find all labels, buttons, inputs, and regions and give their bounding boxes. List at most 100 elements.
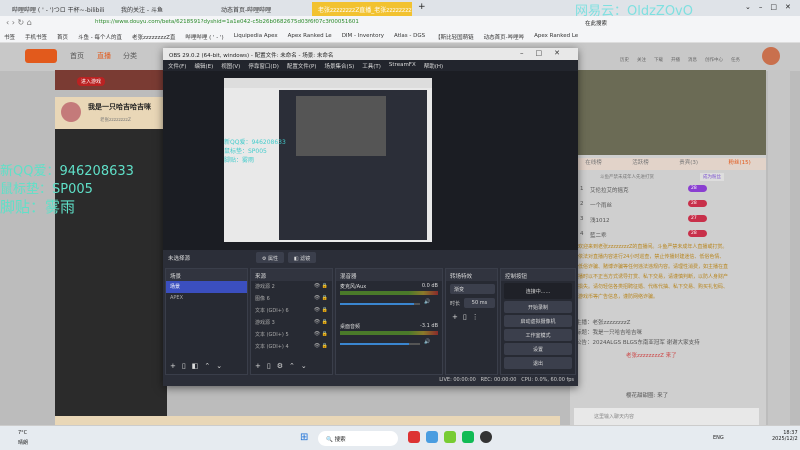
properties-button[interactable]: ⚙ 属性 xyxy=(256,252,284,263)
streamer-name[interactable]: 老张zzzzzzzzZ xyxy=(100,117,131,123)
taskbar-search[interactable]: 🔍 搜索 xyxy=(318,431,398,446)
nav-category[interactable]: 分类 xyxy=(123,51,137,61)
enter-game-button[interactable]: 进入游戏 xyxy=(77,77,106,86)
url-input[interactable]: https://www.douyu.com/beta/6218591?dyshi… xyxy=(95,19,515,25)
header-icon-1[interactable]: 关注 xyxy=(637,57,646,63)
tab-douyu-follow[interactable]: 我的关注 - 斗鱼 xyxy=(115,2,195,16)
header-icon-6[interactable]: 任务 xyxy=(731,57,740,63)
visibility-lock-icons[interactable]: 👁 🔒 xyxy=(314,307,328,315)
transition-controls[interactable]: +▯⋮ xyxy=(452,313,484,321)
control-button-4[interactable]: 设置 xyxy=(504,343,572,355)
volume-slider[interactable] xyxy=(340,343,420,345)
bookmark-item[interactable]: 斗鱼 - 每个人的直 xyxy=(78,33,122,41)
nav-live[interactable]: 直播 xyxy=(97,51,111,61)
scene-item[interactable]: APEX xyxy=(166,293,247,305)
game-banner[interactable]: 进入游戏 xyxy=(55,70,175,90)
rank-row[interactable]: 4 藍二乖 28 xyxy=(570,227,766,242)
source-item[interactable]: 文本 (GDI+) 4 👁 🔒 xyxy=(251,341,332,353)
bookmark-item[interactable]: 动态首页-哔哩哔 xyxy=(484,33,525,41)
tab-bilibili[interactable]: 哔哩哔哩 ( ' - ')つロ 干杯~-bilibili xyxy=(6,2,106,16)
control-button-2[interactable]: 启动虚拟摄像机 xyxy=(504,315,572,327)
obs-menu-item[interactable]: 工具(T) xyxy=(362,62,381,70)
source-controls[interactable]: +▯⚙⌃⌄ xyxy=(255,362,313,370)
obs-menu-item[interactable]: 场景集合(S) xyxy=(324,62,354,70)
bookmark-item[interactable]: 老张zzzzzzzzZ直 xyxy=(132,33,175,41)
avatar[interactable] xyxy=(762,47,780,65)
start-icon[interactable]: ⊞ xyxy=(300,432,308,443)
netease-music-icon[interactable] xyxy=(408,431,420,443)
obs-preview[interactable]: 新QQ爱：946208633 鼠标垫：SP005 脚贴：雾雨 xyxy=(163,71,578,250)
rank-row[interactable]: 3 浅1012 27 xyxy=(570,212,766,227)
bookmark-item[interactable]: Apex Ranked Le xyxy=(534,33,578,39)
language-indicator[interactable]: ENG xyxy=(713,435,724,441)
chat-tab[interactable]: 活跃榜 xyxy=(632,158,649,170)
visibility-lock-icons[interactable]: 👁 🔒 xyxy=(314,283,328,291)
rank-row[interactable]: 1 艾伦拉艾的摇克 28 xyxy=(570,182,766,197)
bookmark-item[interactable]: Liquipedia Apex xyxy=(234,33,278,39)
obs-window-controls[interactable]: –□✕ xyxy=(520,49,572,57)
source-item[interactable]: 游戏源 2 👁 🔒 xyxy=(251,281,332,293)
source-item[interactable]: 文本 (GDI+) 5 👁 🔒 xyxy=(251,329,332,341)
header-icon-2[interactable]: 下载 xyxy=(654,57,663,63)
duration-input[interactable]: 50 ms xyxy=(464,298,495,308)
streamer-avatar[interactable] xyxy=(61,102,81,122)
visibility-lock-icons[interactable]: 👁 🔒 xyxy=(314,343,328,351)
bookmark-item[interactable]: DIM - Inventory xyxy=(342,33,384,39)
obs-menu-item[interactable]: StreamFX xyxy=(389,62,416,69)
ad-banner[interactable] xyxy=(570,70,766,155)
new-tab-button[interactable]: + xyxy=(418,2,426,12)
control-button-1[interactable]: 开始录制 xyxy=(504,301,572,313)
obs-menu-item[interactable]: 视图(V) xyxy=(221,62,240,70)
nav-home[interactable]: 首页 xyxy=(70,51,84,61)
bookmark-item[interactable]: 手机书签 xyxy=(25,33,47,41)
control-button-0[interactable]: 连接中...... xyxy=(504,283,572,299)
source-item[interactable]: 图像 6 👁 🔒 xyxy=(251,293,332,305)
obs-icon[interactable] xyxy=(480,431,492,443)
obs-menu-item[interactable]: 文件(F) xyxy=(168,62,186,70)
speaker-icon[interactable]: 🔊 xyxy=(424,299,430,305)
volume-slider[interactable] xyxy=(340,303,420,305)
app-icon[interactable] xyxy=(462,431,474,443)
header-icon-3[interactable]: 开播 xyxy=(671,57,680,63)
nvidia-icon[interactable] xyxy=(444,431,456,443)
scene-item[interactable]: 场景 xyxy=(166,281,247,293)
bookmark-item[interactable]: Atlas - DGS xyxy=(394,33,425,39)
clock[interactable]: 18:37 2025/12/2 xyxy=(772,430,798,442)
chat-tab[interactable]: 贵宾(3) xyxy=(679,158,698,170)
bookmark-item[interactable]: 首页 xyxy=(57,33,68,41)
visibility-lock-icons[interactable]: 👁 🔒 xyxy=(314,295,328,303)
browser-icon[interactable] xyxy=(426,431,438,443)
rank-row[interactable]: 2 一个雨丝 28 xyxy=(570,197,766,212)
visibility-lock-icons[interactable]: 👁 🔒 xyxy=(314,331,328,339)
nav-buttons[interactable]: ‹ › ↻ ⌂ xyxy=(6,18,32,27)
visibility-lock-icons[interactable]: 👁 🔒 xyxy=(314,319,328,327)
tab-douyu-live[interactable]: 老张zzzzzzzzZ直播_老张zzzzzzzz xyxy=(312,2,412,16)
source-item[interactable]: 游戏源 3 👁 🔒 xyxy=(251,317,332,329)
filters-button[interactable]: ◧ 滤镜 xyxy=(288,252,316,263)
transition-select[interactable]: 渐变 xyxy=(450,284,495,294)
chat-tab[interactable]: 在线榜 xyxy=(585,158,602,170)
control-button-3[interactable]: 工作室模式 xyxy=(504,329,572,341)
bookmark-item[interactable]: 【斯比轻国萌链 xyxy=(435,33,474,41)
bookmark-item[interactable]: 哔哩哔哩 ( ' - ') xyxy=(185,33,223,41)
obs-menu-item[interactable]: 配置文件(P) xyxy=(287,62,317,70)
obs-menu-item[interactable]: 停靠窗口(D) xyxy=(248,62,279,70)
douyu-logo[interactable] xyxy=(25,49,57,63)
header-icon-5[interactable]: 创作中心 xyxy=(705,57,723,63)
tab-bilibili-dynamic[interactable]: 动态首页-哔哩哔哩 xyxy=(215,2,305,16)
source-item[interactable]: 文本 (GDI+) 6 👁 🔒 xyxy=(251,305,332,317)
weather-temp[interactable]: 7°C xyxy=(18,430,27,436)
bookmark-item[interactable]: 书签 xyxy=(4,33,15,41)
obs-menu-item[interactable]: 编辑(E) xyxy=(194,62,213,70)
window-controls[interactable]: ⌄–□✕ xyxy=(745,3,799,11)
become-fan-button[interactable]: 成为粉丝 xyxy=(700,173,724,181)
control-button-5[interactable]: 退出 xyxy=(504,357,572,369)
header-icon-4[interactable]: 消息 xyxy=(688,57,697,63)
header-icon-0[interactable]: 历史 xyxy=(620,57,629,63)
obs-menu-item[interactable]: 帮助(H) xyxy=(424,62,443,70)
chat-tab[interactable]: 粉丝(15) xyxy=(728,158,750,170)
chat-input[interactable]: 这里输入聊天内容 xyxy=(574,408,759,425)
speaker-icon[interactable]: 🔊 xyxy=(424,339,430,345)
search-box[interactable]: 在此搜索 xyxy=(585,19,607,27)
scene-controls[interactable]: +▯◧⌃⌄ xyxy=(170,362,228,370)
